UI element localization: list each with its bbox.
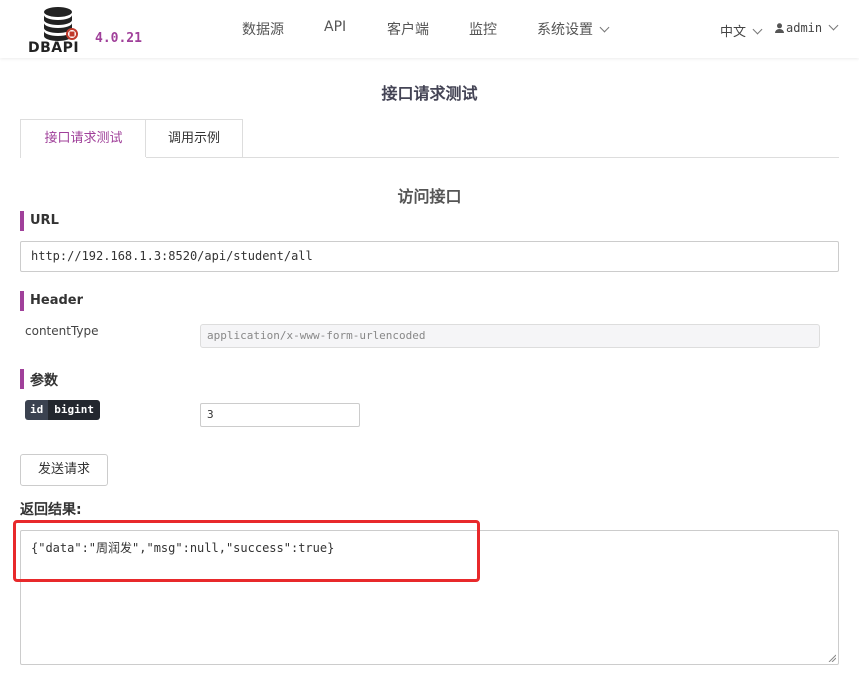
nav-item-client[interactable]: 客户端 — [387, 19, 429, 39]
logo-text: DBAPI — [28, 40, 80, 56]
tab-call-example[interactable]: 调用示例 — [145, 119, 243, 157]
url-label: URL — [30, 213, 59, 228]
params-label-bar — [20, 369, 24, 389]
url-input[interactable]: http://192.168.1.3:8520/api/student/all — [20, 241, 839, 272]
send-request-button[interactable]: 发送请求 — [20, 454, 108, 486]
nav-item-monitor[interactable]: 监控 — [469, 19, 497, 39]
param-name: id — [25, 400, 49, 420]
version-label: 4.0.21 — [95, 31, 142, 46]
url-label-bar — [20, 211, 24, 231]
param-value-input[interactable]: 3 — [200, 403, 360, 427]
highlight-box — [13, 520, 480, 582]
header-label: Header — [30, 293, 84, 308]
page-title: 接口请求测试 — [381, 84, 478, 103]
language-label: 中文 — [720, 25, 747, 40]
top-header: DBAPI 4.0.21 数据源 API 客户端 监控 系统设置 中文 admi… — [0, 0, 859, 58]
section-title: 访问接口 — [397, 187, 462, 206]
nav-item-system-settings-label: 系统设置 — [537, 22, 593, 38]
resize-grip-icon[interactable] — [828, 654, 836, 662]
language-selector[interactable]: 中文 — [720, 21, 763, 40]
param-tag: id bigint — [25, 400, 100, 420]
user-icon — [775, 23, 784, 33]
tab-bar: 接口请求测试 调用示例 — [20, 119, 839, 158]
result-label: 返回结果: — [20, 502, 82, 518]
param-type: bigint — [48, 400, 100, 420]
nav-item-datasource[interactable]: 数据源 — [242, 19, 284, 39]
user-menu[interactable]: admin — [775, 20, 839, 35]
nav-item-system-settings[interactable]: 系统设置 — [537, 19, 610, 39]
username-label: admin — [786, 21, 823, 35]
nav-item-api[interactable]: API — [324, 19, 346, 35]
params-label: 参数 — [30, 373, 58, 389]
header-name-label: contentType — [25, 324, 99, 338]
header-label-bar — [20, 291, 24, 311]
tab-request-test[interactable]: 接口请求测试 — [20, 119, 147, 158]
chevron-down-icon — [828, 20, 839, 31]
chevron-down-icon — [752, 24, 763, 35]
chevron-down-icon — [599, 22, 610, 33]
header-value-input[interactable]: application/x-www-form-urlencoded — [200, 324, 820, 348]
